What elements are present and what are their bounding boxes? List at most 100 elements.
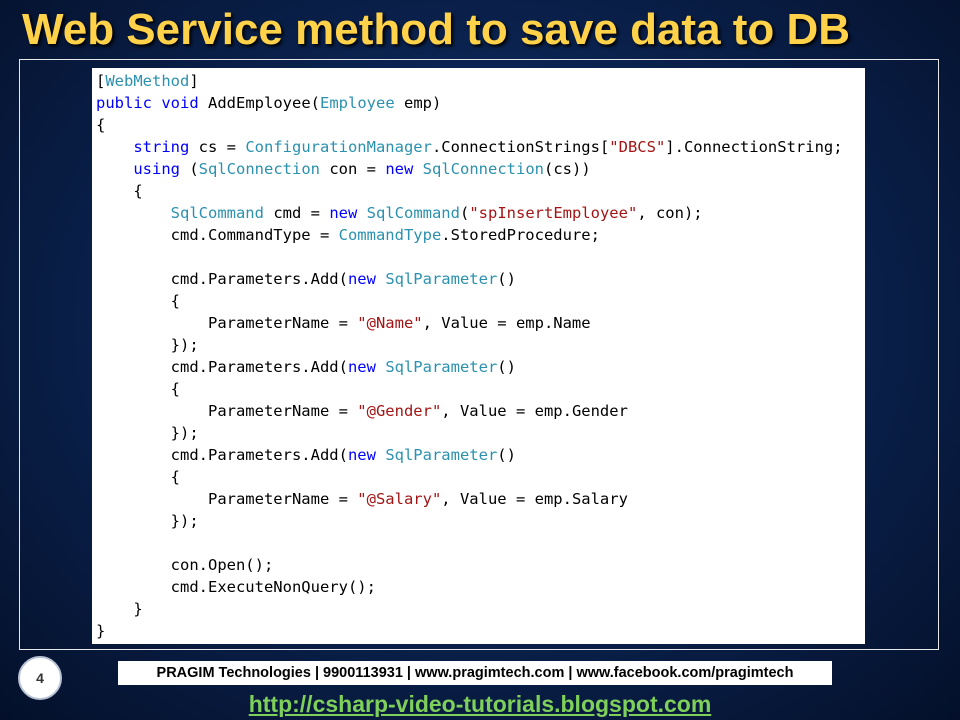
code-line: cmd.CommandType = CommandType.StoredProc… bbox=[96, 224, 600, 246]
slide-title: Web Service method to save data to DB bbox=[22, 5, 851, 54]
code-token: SqlCommand bbox=[366, 204, 460, 222]
code-line: { bbox=[96, 290, 180, 312]
code-token: "DBCS" bbox=[609, 138, 666, 156]
code-token: SqlConnection bbox=[422, 160, 544, 178]
code-token: new bbox=[347, 270, 376, 288]
code-token: Employee bbox=[320, 94, 395, 112]
code-token: "@Gender" bbox=[357, 402, 442, 420]
code-token: ( bbox=[459, 204, 470, 222]
code-token: AddEmployee( bbox=[198, 94, 320, 112]
code-line: }); bbox=[96, 334, 199, 356]
code-line: cmd.ExecuteNonQuery(); bbox=[96, 576, 376, 598]
code-token: , Value = emp.Gender bbox=[441, 402, 628, 420]
code-line: public void AddEmployee(Employee emp) bbox=[96, 92, 441, 114]
code-line: string cs = ConfigurationManager.Connect… bbox=[96, 136, 843, 158]
code-token: , Value = emp.Salary bbox=[441, 490, 628, 508]
code-line: }); bbox=[96, 422, 199, 444]
code-token: new bbox=[385, 160, 414, 178]
code-token: string bbox=[133, 138, 190, 156]
code-token: } bbox=[96, 622, 106, 640]
code-line: } bbox=[96, 598, 143, 620]
code-line: ParameterName = "@Gender", Value = emp.G… bbox=[96, 400, 628, 422]
code-token: "@Name" bbox=[357, 314, 423, 332]
code-line: { bbox=[96, 378, 180, 400]
code-token: "@Salary" bbox=[357, 490, 442, 508]
code-token: { bbox=[96, 182, 143, 200]
code-token: ParameterName = bbox=[96, 314, 358, 332]
code-token: cmd.CommandType = bbox=[96, 226, 339, 244]
code-token: public bbox=[96, 94, 152, 112]
code-token: emp) bbox=[394, 94, 442, 112]
code-token: ParameterName = bbox=[96, 490, 358, 508]
code-token: .ConnectionStrings[ bbox=[431, 138, 610, 156]
code-token: cmd.Parameters.Add( bbox=[96, 446, 348, 464]
code-token: "spInsertEmployee" bbox=[469, 204, 638, 222]
code-token: using bbox=[133, 160, 180, 178]
code-token: SqlParameter bbox=[385, 358, 498, 376]
code-line: ParameterName = "@Salary", Value = emp.S… bbox=[96, 488, 628, 510]
code-token: ] bbox=[189, 72, 199, 90]
code-token: new bbox=[347, 358, 376, 376]
code-token: [ bbox=[96, 72, 106, 90]
code-token: CommandType bbox=[338, 226, 442, 244]
code-line: SqlCommand cmd = new SqlCommand("spInser… bbox=[96, 202, 703, 224]
code-line: }); bbox=[96, 510, 199, 532]
code-line: using (SqlConnection con = new SqlConnec… bbox=[96, 158, 591, 180]
code-token: cmd.Parameters.Add( bbox=[96, 358, 348, 376]
code-token: SqlParameter bbox=[385, 446, 498, 464]
code-line: con.Open(); bbox=[96, 554, 274, 576]
code-panel: [WebMethod] public void AddEmployee(Emplo… bbox=[92, 68, 865, 644]
code-token: new bbox=[329, 204, 358, 222]
code-token: , con); bbox=[637, 204, 703, 222]
code-token: (cs)) bbox=[544, 160, 591, 178]
code-token: } bbox=[96, 600, 143, 618]
code-token: ConfigurationManager bbox=[245, 138, 432, 156]
code-token: SqlCommand bbox=[170, 204, 264, 222]
code-line: cmd.Parameters.Add(new SqlParameter() bbox=[96, 444, 516, 466]
code-token: }); bbox=[96, 512, 199, 530]
code-line: cmd.Parameters.Add(new SqlParameter() bbox=[96, 268, 516, 290]
code-token: }); bbox=[96, 336, 199, 354]
footer-contact-bar: PRAGIM Technologies | 9900113931 | www.p… bbox=[118, 661, 832, 685]
code-token: con = bbox=[320, 160, 386, 178]
code-token: { bbox=[96, 116, 106, 134]
code-token: new bbox=[347, 446, 376, 464]
code-line: { bbox=[96, 466, 180, 488]
code-token: cmd.Parameters.Add( bbox=[96, 270, 348, 288]
code-token: ( bbox=[180, 160, 199, 178]
code-token: SqlParameter bbox=[385, 270, 498, 288]
code-token: SqlConnection bbox=[198, 160, 320, 178]
code-token: cmd = bbox=[263, 204, 330, 222]
code-token: { bbox=[96, 380, 180, 398]
code-token: void bbox=[161, 94, 199, 112]
code-token: cs = bbox=[189, 138, 246, 156]
code-token: }); bbox=[96, 424, 199, 442]
code-token: ].ConnectionString; bbox=[665, 138, 843, 156]
code-line: cmd.Parameters.Add(new SqlParameter() bbox=[96, 356, 516, 378]
code-token: { bbox=[96, 292, 180, 310]
code-token: () bbox=[497, 270, 516, 288]
code-token: ParameterName = bbox=[96, 402, 358, 420]
code-line: { bbox=[96, 114, 105, 136]
code-line: ParameterName = "@Name", Value = emp.Nam… bbox=[96, 312, 591, 334]
code-token: con.Open(); bbox=[96, 556, 274, 574]
code-token: WebMethod bbox=[105, 72, 190, 90]
code-token: { bbox=[96, 468, 180, 486]
code-token: .StoredProcedure; bbox=[441, 226, 600, 244]
code-line: } bbox=[96, 620, 105, 642]
code-token: cmd.ExecuteNonQuery(); bbox=[96, 578, 376, 596]
code-line: [WebMethod] bbox=[96, 70, 199, 92]
code-token: , Value = emp.Name bbox=[422, 314, 591, 332]
footer-blog-link[interactable]: http://csharp-video-tutorials.blogspot.c… bbox=[0, 690, 960, 718]
code-line: { bbox=[96, 180, 143, 202]
code-token: () bbox=[497, 358, 516, 376]
